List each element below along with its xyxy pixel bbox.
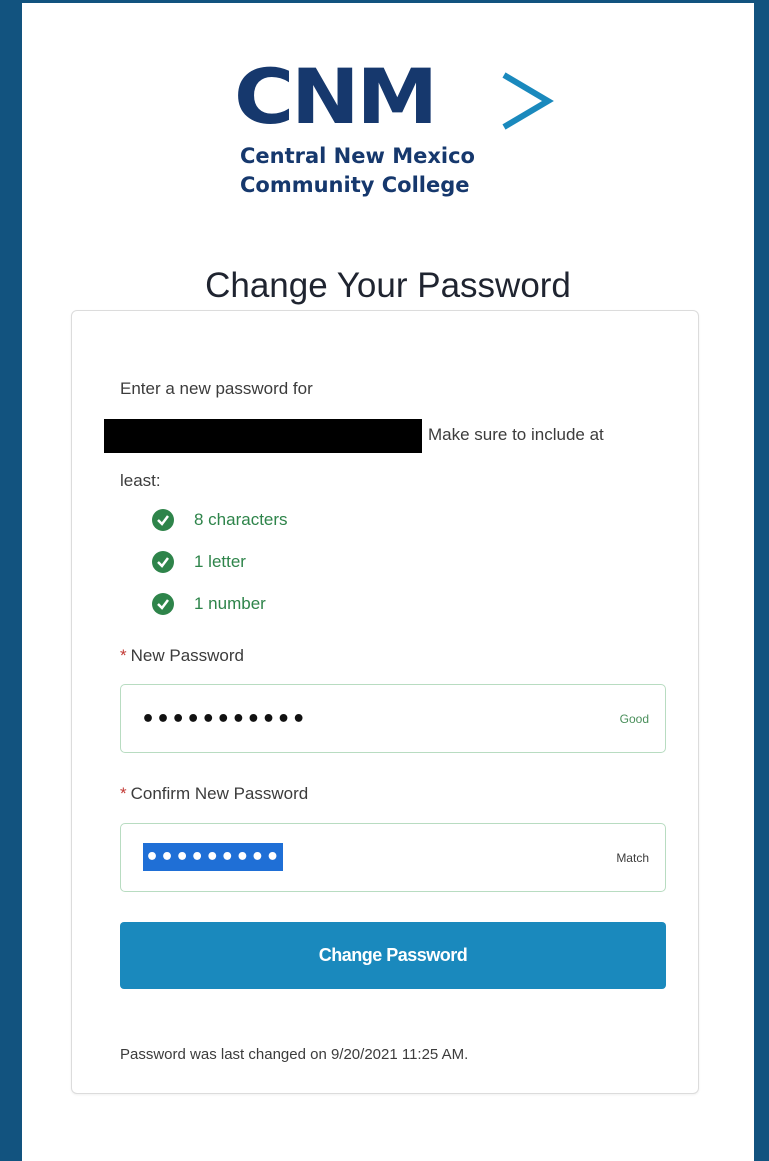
change-password-button[interactable]: Change Password (120, 922, 666, 989)
page-title: Change Your Password (205, 266, 571, 306)
check-circle-icon (152, 551, 174, 573)
login-panel: CNM Central New Mexico Community College… (22, 3, 754, 1161)
intro-text: Enter a new password for Make sure to in… (104, 366, 680, 504)
new-password-label-text: New Password (130, 646, 244, 665)
logo-wordmark: CNM (234, 52, 438, 141)
new-password-field[interactable]: Good (120, 684, 666, 754)
required-marker: * (120, 646, 127, 665)
check-circle-icon (152, 509, 174, 531)
password-match-indicator: Match (616, 850, 649, 865)
requirement-item: 1 letter (152, 541, 288, 583)
requirement-item: 1 number (152, 583, 288, 625)
requirement-label: 1 number (194, 594, 266, 613)
password-strength-indicator: Good (619, 711, 649, 726)
requirement-label: 8 characters (194, 510, 288, 529)
intro-line-3: least: (120, 471, 161, 490)
logo-line-2: Community College (240, 173, 470, 197)
confirm-password-label: * Confirm New Password (120, 784, 308, 804)
intro-line-1: Enter a new password for (120, 379, 313, 398)
requirement-item: 8 characters (152, 499, 288, 541)
confirm-password-input[interactable] (143, 843, 283, 871)
confirm-password-field[interactable]: Match (120, 823, 666, 892)
new-password-label: * New Password (120, 646, 244, 666)
new-password-input[interactable] (139, 685, 583, 754)
logo-line-1: Central New Mexico (240, 144, 475, 168)
cnm-logo: CNM Central New Mexico Community College (234, 59, 564, 209)
intro-line-2: Make sure to include at (104, 412, 680, 458)
redacted-username (104, 418, 422, 453)
check-circle-icon (152, 593, 174, 615)
intro-line-2-suffix: Make sure to include at (428, 425, 604, 444)
required-marker: * (120, 784, 127, 803)
change-password-card: Enter a new password for Make sure to in… (71, 310, 699, 1094)
password-requirements: 8 characters 1 letter 1 number (152, 499, 288, 625)
logo-arrow-icon (502, 72, 554, 130)
requirement-label: 1 letter (194, 552, 246, 571)
confirm-password-label-text: Confirm New Password (130, 784, 309, 803)
last-changed-text: Password was last changed on 9/20/2021 1… (120, 1046, 469, 1063)
